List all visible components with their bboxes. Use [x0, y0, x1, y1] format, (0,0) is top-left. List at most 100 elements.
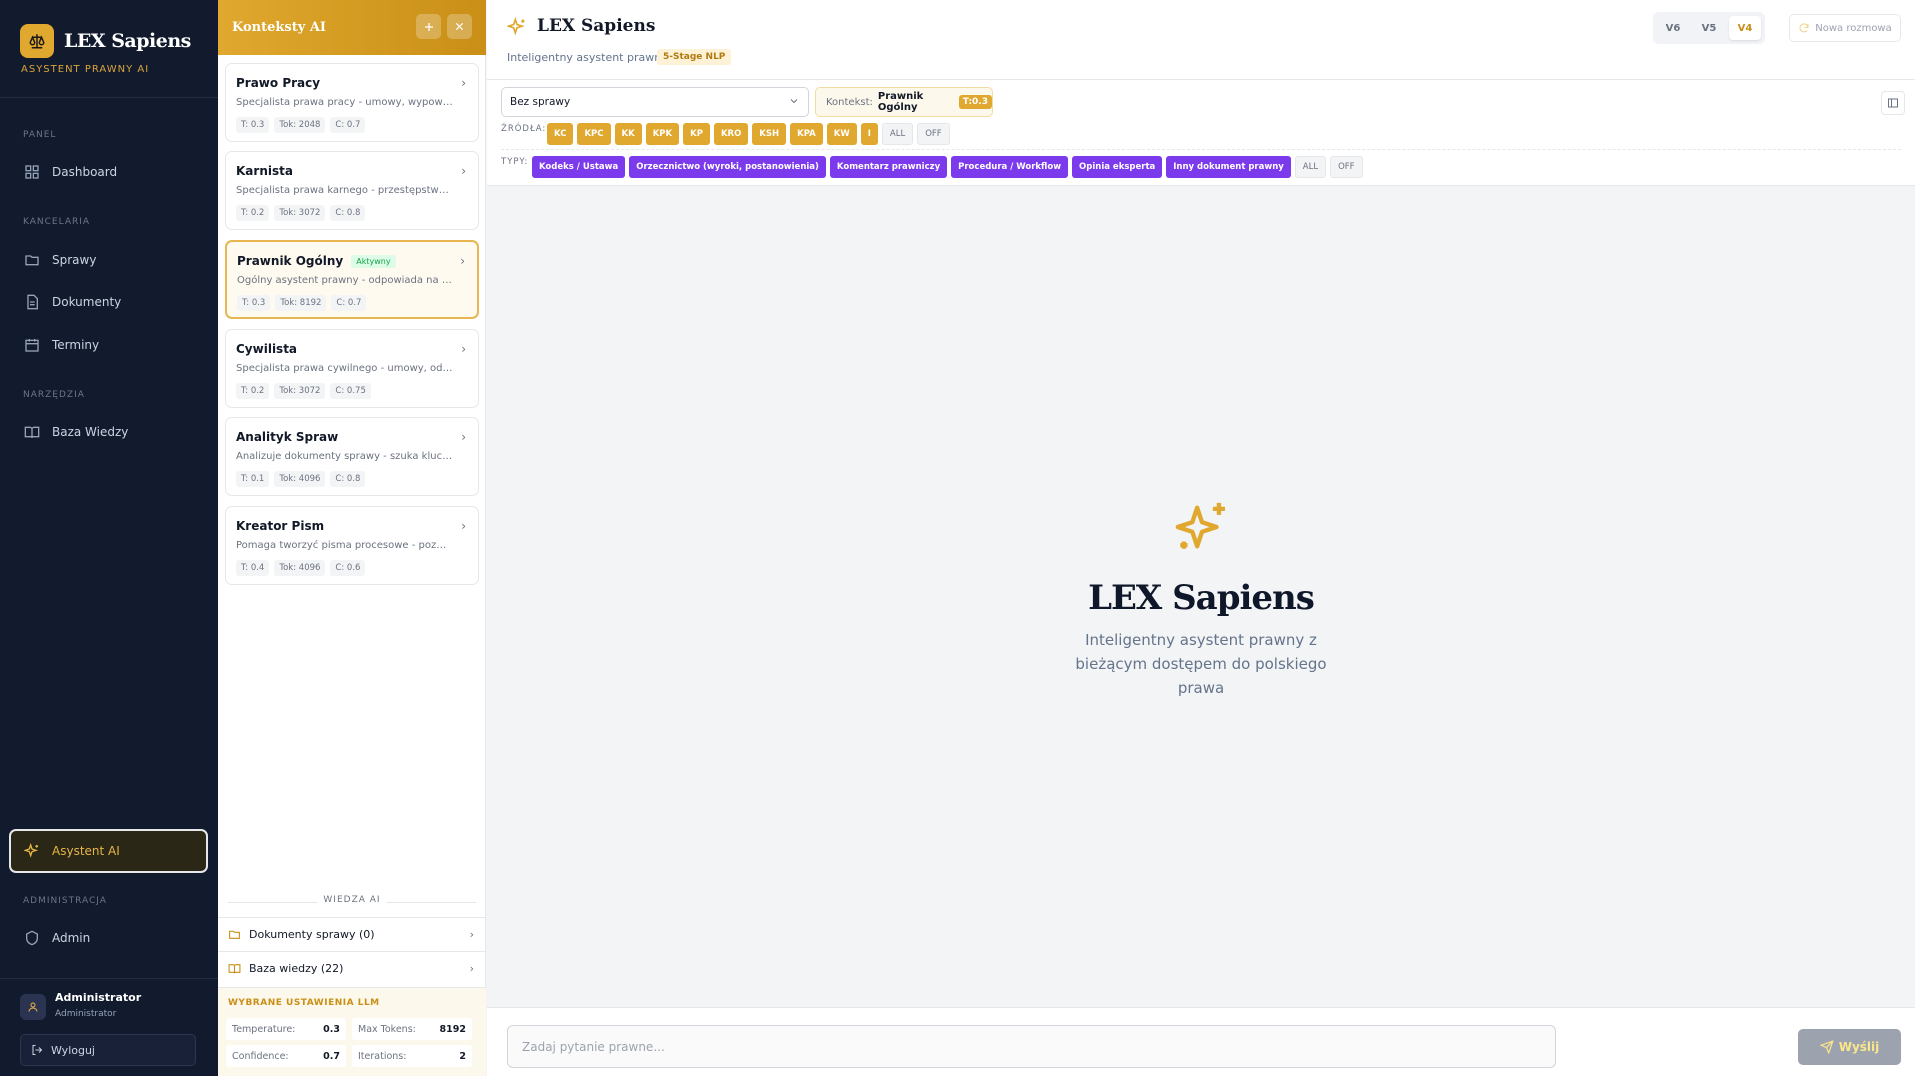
source-chip-kw[interactable]: KW [826, 123, 857, 145]
source-chip-kpk[interactable]: KPK [645, 123, 680, 145]
llm-label: Iterations: [358, 1050, 407, 1062]
param-temperature: T: 0.2 [236, 383, 270, 399]
param-temperature: T: 0.3 [236, 117, 270, 133]
context-name: Analityk Spraw [236, 430, 338, 444]
active-context-chip: Kontekst: Prawnik Ogólny T:0.3 [815, 87, 993, 117]
context-card-karnista[interactable]: Karnista › Specjalista prawa karnego - p… [225, 151, 479, 230]
type-chip-komentarz[interactable]: Komentarz prawniczy [829, 156, 948, 178]
sources-all-button[interactable]: ALL [881, 123, 914, 145]
source-chip-kp[interactable]: KP [683, 123, 710, 145]
type-chip-procedura[interactable]: Procedura / Workflow [951, 156, 1069, 178]
types-all-button[interactable]: ALL [1294, 156, 1327, 178]
llm-settings: WYBRANE USTAWIENIA LLM Temperature: 0.3 M… [218, 987, 486, 1076]
context-params: T: 0.3 Tok: 8192 C: 0.7 [237, 295, 367, 311]
nlp-badge: 5-Stage NLP [657, 49, 732, 65]
context-name: Kreator Pism [236, 519, 324, 533]
context-card-prawnik-ogolny[interactable]: Prawnik Ogólny Aktywny › Ogólny asystent… [225, 240, 479, 319]
context-params: T: 0.1 Tok: 4096 C: 0.8 [236, 471, 366, 487]
param-confidence: C: 0.7 [331, 295, 367, 311]
context-card-analityk-spraw[interactable]: Analityk Spraw › Analizuje dokumenty spr… [225, 417, 479, 496]
new-conversation-button[interactable]: Nowa rozmowa [1789, 14, 1901, 42]
nav-admin[interactable]: Admin [14, 921, 210, 955]
case-documents-label: Dokumenty sprawy (0) [249, 928, 375, 941]
case-select[interactable]: Bez sprawy [501, 87, 809, 117]
chevron-right-icon: › [460, 254, 465, 268]
brand[interactable]: LEX Sapiens [20, 24, 191, 58]
nav-baza-wiedzy[interactable]: Baza Wiedzy [14, 415, 210, 449]
context-card-cywilista[interactable]: Cywilista › Specjalista prawa cywilnego … [225, 329, 479, 408]
sources-chips: KC KPC KK KPK KP KRO KSH KPA KW I ALL OF… [547, 123, 950, 145]
input-bar: Wyślij [487, 1007, 1915, 1076]
context-card-kreator-pism[interactable]: Kreator Pism › Pomaga tworzyć pisma proc… [225, 506, 479, 585]
divider [0, 978, 218, 979]
types-off-button[interactable]: OFF [1330, 156, 1363, 178]
nav-dashboard[interactable]: Dashboard [14, 155, 210, 189]
nav-label: Sprawy [52, 253, 97, 267]
type-chip-kodeks[interactable]: Kodeks / Ustawa [532, 156, 626, 178]
source-chip-kpa[interactable]: KPA [790, 123, 823, 145]
nav-terminy[interactable]: Terminy [14, 328, 210, 362]
chevron-right-icon: › [469, 962, 474, 975]
llm-temperature: Temperature: 0.3 [226, 1018, 346, 1040]
case-documents-row[interactable]: Dokumenty sprawy (0) › [218, 917, 486, 951]
source-chip-ksh[interactable]: KSH [752, 123, 787, 145]
refresh-icon [1799, 23, 1809, 33]
chevron-right-icon: › [461, 519, 466, 533]
toggle-panel-button[interactable] [1881, 91, 1905, 115]
user-name: Administrator [55, 991, 142, 1004]
param-tokens: Tok: 8192 [275, 295, 327, 311]
panel-icon [1888, 98, 1898, 108]
source-chip-i[interactable]: I [860, 123, 878, 145]
shield-icon [26, 930, 38, 946]
send-icon [1819, 1040, 1834, 1054]
close-panel-button[interactable] [447, 14, 472, 39]
source-chip-kk[interactable]: KK [614, 123, 642, 145]
contexts-title: Konteksty AI [232, 20, 326, 35]
nav-label: Dokumenty [52, 295, 122, 309]
type-chip-inny[interactable]: Inny dokument prawny [1166, 156, 1291, 178]
nav-asystent-ai[interactable]: Asystent AI [9, 829, 208, 873]
question-input[interactable] [507, 1025, 1556, 1068]
version-v5-button[interactable]: V5 [1693, 16, 1725, 40]
param-confidence: C: 0.7 [330, 117, 366, 133]
source-chip-kpc[interactable]: KPC [577, 123, 611, 145]
context-description: Specjalista prawa cywilnego - umowy, ods… [236, 363, 454, 374]
logout-button[interactable]: Wyloguj [20, 1034, 196, 1066]
contexts-panel: Konteksty AI Prawo Pracy › Specjalista p… [218, 0, 486, 1076]
llm-value: 0.7 [323, 1050, 340, 1062]
source-chip-kro[interactable]: KRO [713, 123, 749, 145]
context-name: Prawnik Ogólny Aktywny [237, 254, 396, 268]
send-label: Wyślij [1838, 1040, 1880, 1054]
scales-icon [20, 24, 54, 58]
contexts-header: Konteksty AI [218, 0, 486, 55]
context-name-text: Karnista [236, 164, 293, 178]
version-v6-button[interactable]: V6 [1657, 16, 1689, 40]
sources-off-button[interactable]: OFF [917, 123, 950, 145]
user-role: Administrator [55, 1009, 117, 1019]
context-description: Analizuje dokumenty sprawy - szuka klucz… [236, 451, 454, 462]
section-label-administracja: ADMINISTRACJA [23, 896, 107, 906]
nav-dokumenty[interactable]: Dokumenty [14, 285, 210, 319]
llm-label: Max Tokens: [358, 1023, 416, 1035]
divider [386, 902, 476, 903]
user-icon [28, 1002, 38, 1012]
avatar [20, 994, 46, 1020]
temperature-badge: T:0.3 [958, 95, 992, 109]
param-confidence: C: 0.6 [330, 560, 366, 576]
llm-confidence: Confidence: 0.7 [226, 1045, 346, 1067]
send-button[interactable]: Wyślij [1798, 1029, 1901, 1065]
type-chip-opinia[interactable]: Opinia eksperta [1072, 156, 1163, 178]
param-temperature: T: 0.1 [236, 471, 270, 487]
add-context-button[interactable] [416, 14, 441, 39]
param-tokens: Tok: 4096 [274, 560, 326, 576]
context-card-prawo-pracy[interactable]: Prawo Pracy › Specjalista prawa pracy - … [225, 63, 479, 142]
sparkle-icon [24, 843, 39, 858]
source-chip-kc[interactable]: KC [547, 123, 574, 145]
nav-label: Asystent AI [52, 844, 120, 858]
chevron-right-icon: › [461, 76, 466, 90]
nav-sprawy[interactable]: Sprawy [14, 243, 210, 277]
section-label-panel: PANEL [23, 130, 57, 140]
version-v4-button[interactable]: V4 [1729, 16, 1761, 40]
type-chip-orzecznictwo[interactable]: Orzecznictwo (wyroki, postanowienia) [629, 156, 826, 178]
knowledge-base-row[interactable]: Baza wiedzy (22) › [218, 951, 486, 985]
